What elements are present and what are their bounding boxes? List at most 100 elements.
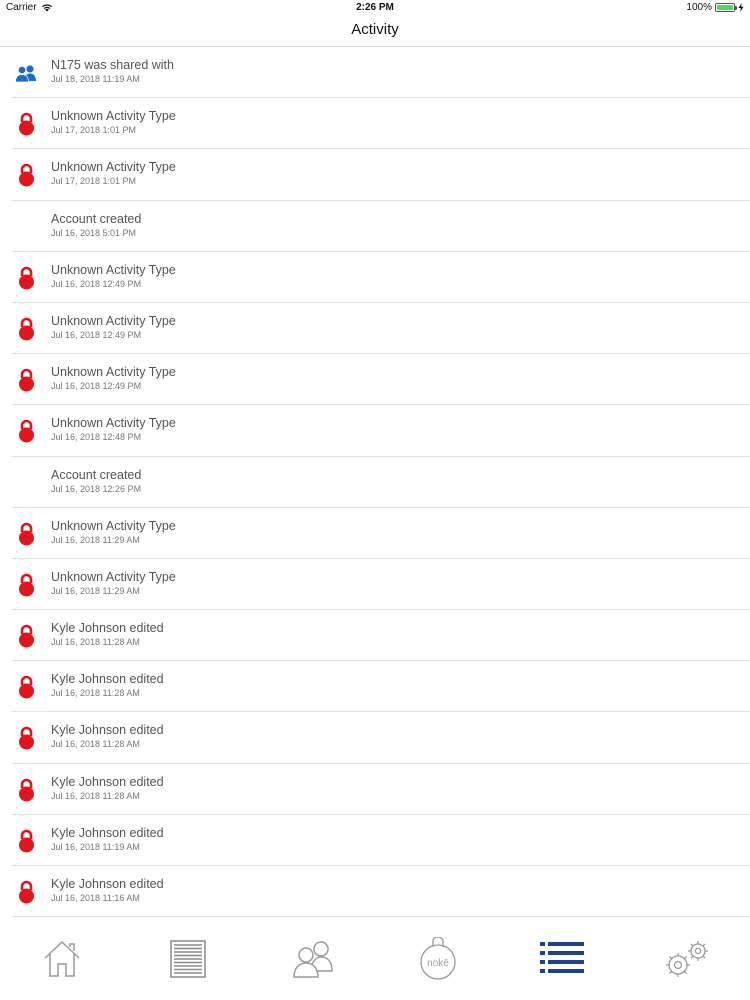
activity-date: Jul 16, 2018 12:26 PM <box>51 483 142 494</box>
activity-text: Unknown Activity Type Jul 16, 2018 11:29 … <box>51 519 176 546</box>
activity-text: Unknown Activity Type Jul 17, 2018 1:01 P… <box>51 109 176 136</box>
activity-title: Unknown Activity Type <box>51 160 176 175</box>
activity-text: Unknown Activity Type Jul 16, 2018 12:49 … <box>51 314 176 341</box>
noke-lock-icon: nokē <box>420 937 456 980</box>
activity-text: Account created Jul 16, 2018 5:01 PM <box>51 212 141 239</box>
activity-date: Jul 16, 2018 11:28 AM <box>51 739 140 750</box>
activity-date: Jul 16, 2018 11:28 AM <box>51 688 140 699</box>
battery-percent: 100% <box>686 2 712 13</box>
activity-date: Jul 16, 2018 12:49 PM <box>51 381 142 392</box>
lock-icon <box>14 777 38 803</box>
activity-date: Jul 18, 2018 11:19 AM <box>51 74 140 84</box>
activity-title: Unknown Activity Type <box>51 109 176 124</box>
status-time: 2:26 PM <box>356 2 394 13</box>
tab-noke[interactable]: nokē <box>413 934 463 984</box>
lock-icon <box>14 623 38 649</box>
activity-text: Kyle Johnson edited Jul 16, 2018 11:19 AM <box>51 826 164 853</box>
lock-icon <box>14 418 38 444</box>
lock-icon <box>14 367 38 393</box>
tab-bar: nokē <box>0 918 750 1000</box>
garage-door-icon <box>170 940 206 978</box>
activity-row[interactable]: Account created Jul 16, 2018 5:01 PM <box>0 201 750 252</box>
activity-row[interactable]: Kyle Johnson edited Jul 16, 2018 11:28 AM <box>0 764 750 816</box>
activity-date: Jul 16, 2018 11:29 AM <box>51 534 140 545</box>
lock-icon <box>14 828 38 854</box>
activity-row[interactable]: Kyle Johnson edited Jul 16, 2018 11:28 AM <box>0 661 750 713</box>
activity-date: Jul 16, 2018 11:28 AM <box>51 637 140 648</box>
activity-row[interactable]: Unknown Activity Type Jul 16, 2018 11:29 … <box>0 508 750 560</box>
tab-home[interactable] <box>37 934 87 984</box>
activity-title: Kyle Johnson edited <box>51 621 164 636</box>
empty-icon-slot <box>14 470 38 496</box>
activity-row[interactable]: Account created Jul 16, 2018 12:26 PM <box>0 457 750 508</box>
lock-icon <box>14 162 38 188</box>
activity-row[interactable]: Unknown Activity Type Jul 16, 2018 12:49 … <box>0 252 750 304</box>
activity-row[interactable]: Unknown Activity Type Jul 16, 2018 12:49 … <box>0 303 750 355</box>
battery-indicator: 100% <box>686 2 744 13</box>
activity-title: Kyle Johnson edited <box>51 672 164 687</box>
lock-icon <box>14 316 38 342</box>
home-icon <box>44 940 80 977</box>
activity-title: N175 was shared with <box>51 58 174 72</box>
lock-icon <box>14 265 38 291</box>
lock-icon <box>14 521 38 547</box>
activity-text: Kyle Johnson edited Jul 16, 2018 11:16 AM <box>51 877 164 904</box>
activity-list[interactable]: N175 was shared with Jul 18, 2018 11:19 A… <box>0 47 750 918</box>
page-title: Activity <box>351 21 399 38</box>
activity-text: Unknown Activity Type Jul 17, 2018 1:01 P… <box>51 160 176 187</box>
activity-text: Unknown Activity Type Jul 16, 2018 12:49 … <box>51 263 176 290</box>
activity-text: Unknown Activity Type Jul 16, 2018 12:48 … <box>51 416 176 443</box>
activity-row[interactable]: Kyle Johnson edited Jul 16, 2018 11:16 AM <box>0 866 750 918</box>
noke-label: nokē <box>427 958 449 969</box>
lock-icon <box>14 725 38 751</box>
activity-date: Jul 16, 2018 12:48 PM <box>51 432 142 443</box>
lock-icon <box>14 674 38 700</box>
activity-list-icon <box>540 942 584 973</box>
activity-date: Jul 16, 2018 11:29 AM <box>51 585 140 596</box>
lock-icon <box>14 879 38 905</box>
activity-title: Unknown Activity Type <box>51 365 176 380</box>
activity-text: Kyle Johnson edited Jul 16, 2018 11:28 AM <box>51 723 164 750</box>
activity-title: Kyle Johnson edited <box>51 825 164 840</box>
activity-row[interactable]: Unknown Activity Type Jul 17, 2018 1:01 P… <box>0 149 750 201</box>
activity-date: Jul 16, 2018 5:01 PM <box>51 227 137 238</box>
activity-row[interactable]: Kyle Johnson edited Jul 16, 2018 11:28 AM <box>0 712 750 764</box>
activity-date: Jul 17, 2018 1:01 PM <box>51 176 137 187</box>
activity-date: Jul 16, 2018 12:49 PM <box>51 278 142 289</box>
activity-title: Kyle Johnson edited <box>51 877 164 891</box>
activity-title: Kyle Johnson edited <box>51 774 164 789</box>
activity-row[interactable]: N175 was shared with Jul 18, 2018 11:19 A… <box>0 47 750 99</box>
users-icon <box>14 60 38 86</box>
activity-date: Jul 16, 2018 11:16 AM <box>51 893 140 903</box>
activity-date: Jul 16, 2018 11:28 AM <box>51 790 140 801</box>
activity-date: Jul 16, 2018 12:49 PM <box>51 329 142 340</box>
settings-gears-icon <box>666 941 708 977</box>
activity-title: Unknown Activity Type <box>51 416 176 431</box>
activity-text: Kyle Johnson edited Jul 16, 2018 11:28 AM <box>51 672 164 699</box>
activity-title: Unknown Activity Type <box>51 262 176 277</box>
people-icon <box>293 941 333 978</box>
tab-settings[interactable] <box>662 934 712 984</box>
lock-icon <box>14 111 38 137</box>
tab-people[interactable] <box>288 934 338 984</box>
charging-bolt-icon <box>738 3 744 12</box>
tab-activity[interactable] <box>537 934 587 984</box>
navigation-bar: Activity <box>0 16 750 47</box>
activity-text: Kyle Johnson edited Jul 16, 2018 11:28 AM <box>51 775 164 802</box>
activity-date: Jul 16, 2018 11:19 AM <box>51 841 140 852</box>
activity-row[interactable]: Kyle Johnson edited Jul 16, 2018 11:28 AM <box>0 610 750 662</box>
empty-icon-slot <box>14 214 38 240</box>
activity-row[interactable]: Unknown Activity Type Jul 17, 2018 1:01 P… <box>0 98 750 150</box>
activity-text: Account created Jul 16, 2018 12:26 PM <box>51 468 141 495</box>
activity-title: Account created <box>51 467 142 482</box>
activity-row[interactable]: Unknown Activity Type Jul 16, 2018 11:29 … <box>0 559 750 611</box>
activity-title: Unknown Activity Type <box>51 518 176 533</box>
activity-text: Unknown Activity Type Jul 16, 2018 12:49 … <box>51 365 176 392</box>
tab-doors[interactable] <box>163 934 213 984</box>
activity-title: Account created <box>51 211 142 226</box>
activity-row[interactable]: Unknown Activity Type Jul 16, 2018 12:49 … <box>0 354 750 406</box>
activity-row[interactable]: Kyle Johnson edited Jul 16, 2018 11:19 AM <box>0 815 750 867</box>
activity-row[interactable]: Unknown Activity Type Jul 16, 2018 12:48 … <box>0 405 750 457</box>
activity-text: Kyle Johnson edited Jul 16, 2018 11:28 AM <box>51 621 164 648</box>
activity-title: Unknown Activity Type <box>51 313 176 328</box>
